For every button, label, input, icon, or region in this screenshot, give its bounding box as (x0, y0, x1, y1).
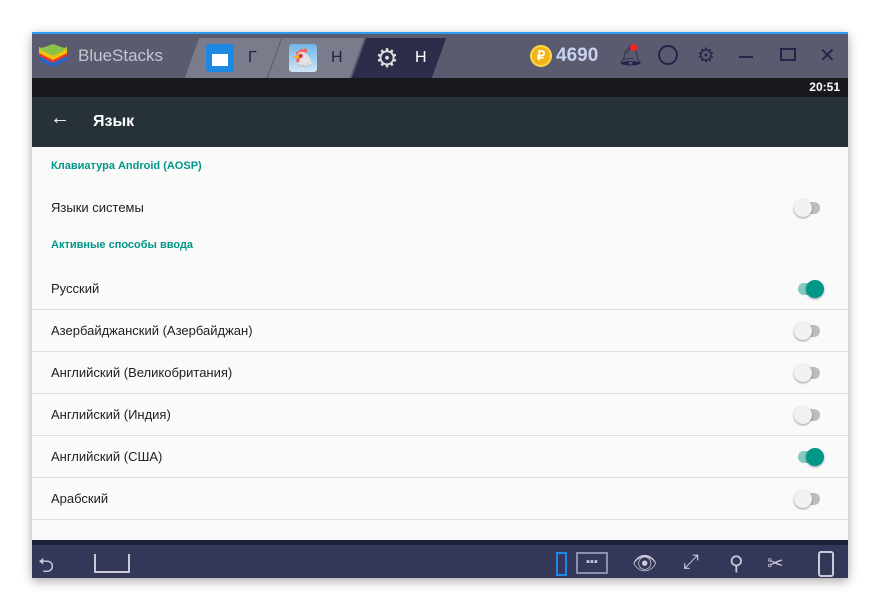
item-label: Азербайджанский (Азербайджан) (51, 323, 253, 338)
list-item[interactable]: Английский (Великобритания) (32, 352, 848, 394)
section-header: Клавиатура Android (AOSP) (51, 160, 202, 172)
item-label: Английский (Индия) (51, 407, 171, 422)
toggle-switch[interactable] (798, 280, 824, 298)
tab-label: Н (331, 49, 343, 66)
eye-icon[interactable]: 👁︎ (632, 551, 657, 576)
item-label: Английский (США) (51, 449, 163, 464)
bottom-toolbar: ⮌ ▪▪▪ 👁︎ ⤢ ⚲ ✂ (32, 540, 848, 578)
location-pin-icon[interactable]: ⚲ (729, 551, 744, 576)
item-label: Русский (51, 281, 100, 296)
list-item[interactable]: Языки системы (32, 187, 848, 229)
tab-label: Г (248, 49, 257, 66)
toggle-switch[interactable] (794, 322, 820, 340)
scissors-icon[interactable]: ✂ (767, 551, 784, 576)
section-header: Активные способы ввода (51, 239, 194, 251)
back-icon[interactable]: ⮌ (38, 551, 54, 578)
page-title: Язык (93, 113, 135, 130)
toggle-switch[interactable] (794, 490, 820, 508)
list-item[interactable]: Русский (32, 268, 848, 310)
minimize-icon[interactable] (739, 56, 753, 58)
toggle-switch[interactable] (794, 364, 820, 382)
keyboard-toggle-icon[interactable] (556, 552, 567, 576)
rotate-phone-icon[interactable] (818, 551, 834, 577)
toggle-switch[interactable] (798, 448, 824, 466)
toggle-switch[interactable] (794, 406, 820, 424)
back-arrow-icon[interactable]: ← (50, 107, 70, 130)
home-icon[interactable] (94, 554, 130, 573)
list-item[interactable]: Английский (США) (32, 436, 848, 478)
coin-icon: ₽ (530, 45, 552, 67)
bluestacks-window: BlueStacks Г 🐔 Н ⚙ Н ₽ 4690 🔔︎ ⚙ ✕ 20:51… (32, 32, 848, 578)
toggle-switch[interactable] (794, 199, 820, 217)
maximize-icon[interactable] (780, 48, 796, 61)
tab-home[interactable]: Г (184, 38, 282, 78)
item-label: Арабский (51, 491, 109, 506)
tab-settings[interactable]: ⚙ Н (351, 38, 447, 78)
tab-game[interactable]: 🐔 Н (267, 38, 365, 78)
settings-icon[interactable]: ⚙ (697, 44, 715, 68)
close-icon[interactable]: ✕ (819, 44, 836, 68)
chicken-game-icon: 🐔 (289, 44, 317, 72)
app-bar: ← Язык (32, 97, 848, 147)
coin-count[interactable]: 4690 (556, 45, 598, 67)
settings-gear-icon: ⚙ (375, 43, 399, 73)
settings-list: Клавиатура Android (AOSP) Языки системы … (32, 147, 848, 540)
android-status-bar: 20:51 (32, 78, 848, 97)
item-label: Английский (Великобритания) (51, 365, 233, 380)
tab-label: Н (415, 49, 427, 66)
brand-name: BlueStacks (78, 46, 164, 65)
list-item[interactable] (32, 520, 848, 540)
fullscreen-icon[interactable]: ⤢ (683, 551, 699, 574)
bluestacks-logo-icon (39, 44, 67, 67)
clock: 20:51 (809, 80, 840, 94)
home-icon (206, 44, 234, 72)
notification-bell-icon[interactable]: 🔔︎ (618, 44, 643, 68)
title-bar: BlueStacks Г 🐔 Н ⚙ Н ₽ 4690 🔔︎ ⚙ ✕ (32, 32, 848, 78)
keyboard-icon[interactable]: ▪▪▪ (576, 552, 608, 574)
list-item[interactable]: Английский (Индия) (32, 394, 848, 436)
item-label: Языки системы (51, 200, 144, 215)
profile-icon[interactable] (658, 45, 678, 65)
list-item[interactable]: Арабский (32, 478, 848, 520)
list-item[interactable]: Азербайджанский (Азербайджан) (32, 310, 848, 352)
